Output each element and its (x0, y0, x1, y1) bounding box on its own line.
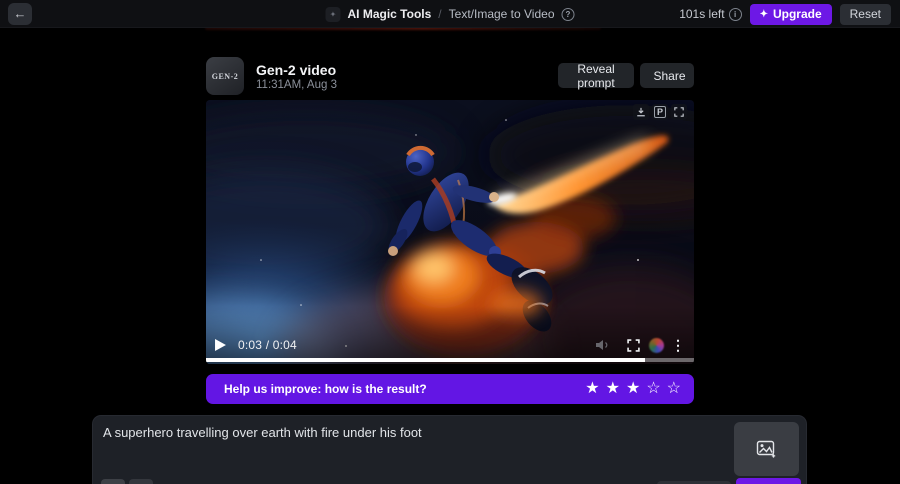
breadcrumb-secondary[interactable]: Text/Image to Video (449, 7, 555, 21)
upgrade-label: Upgrade (772, 7, 822, 21)
star-rating[interactable]: ★ ★ ★ ☆ ☆ (585, 381, 681, 397)
generate-button[interactable] (736, 478, 801, 484)
gen2-logo-badge: GEN-2 (206, 57, 244, 95)
feedback-bar: Help us improve: how is the result? ★ ★ ★ ☆… (206, 374, 694, 404)
breadcrumb-separator: / (438, 7, 442, 21)
panel-tool-button-1[interactable] (101, 479, 125, 484)
play-icon[interactable] (215, 339, 226, 351)
expand-button[interactable] (671, 104, 687, 120)
color-orb (649, 337, 664, 353)
topbar-right: 101s left i ✦ Upgrade Reset (679, 0, 891, 28)
reset-button[interactable]: Reset (839, 3, 891, 25)
prompt-input[interactable]: A superhero travelling over earth with f… (103, 424, 723, 476)
video-player[interactable]: P 0:03 / 0:04 ⋮ (206, 100, 694, 364)
download-icon (637, 107, 645, 117)
flag-p-icon: P (654, 106, 666, 118)
feedback-label: Help us improve: how is the result? (224, 382, 427, 396)
credits-remaining: 101s left i (679, 7, 742, 21)
topbar: ← ✦ AI Magic Tools / Text/Image to Video… (0, 0, 900, 28)
add-image-button[interactable] (734, 422, 799, 476)
star-1[interactable]: ★ (585, 381, 599, 397)
time-display: 0:03 / 0:04 (238, 338, 297, 352)
back-button[interactable]: ← (8, 3, 32, 25)
reveal-prompt-label: Reveal prompt (577, 61, 615, 90)
result-timestamp: 11:31AM, Aug 3 (256, 79, 337, 91)
expand-icon (674, 107, 684, 117)
panel-tool-button-2[interactable] (129, 479, 153, 484)
ai-magic-tools-icon: ✦ (325, 6, 341, 22)
credits-label: 101s left (679, 7, 725, 21)
flag-button[interactable]: P (652, 104, 668, 120)
video-progress-fill (206, 358, 646, 362)
breadcrumb: ✦ AI Magic Tools / Text/Image to Video ? (325, 0, 575, 28)
star-2[interactable]: ★ (606, 381, 620, 397)
share-label: Share (653, 68, 686, 83)
reveal-prompt-button[interactable]: Reveal prompt (558, 61, 634, 90)
image-plus-icon (756, 440, 776, 458)
share-button[interactable]: Share (640, 63, 694, 88)
help-icon[interactable]: ? (561, 7, 575, 21)
download-button[interactable] (633, 104, 649, 120)
page: { "topbar": { "breadcrumb_primary": "AI … (0, 0, 900, 484)
star-3[interactable]: ★ (626, 381, 640, 397)
upgrade-button[interactable]: ✦ Upgrade (749, 3, 832, 25)
volume-icon[interactable] (595, 339, 611, 351)
prompt-panel: A superhero travelling over earth with f… (92, 415, 807, 484)
result-title: Gen-2 video (256, 62, 337, 78)
more-options-icon[interactable]: ⋮ (671, 338, 685, 352)
star-5[interactable]: ☆ (667, 381, 681, 397)
video-overlay-actions: P (633, 104, 687, 120)
fullscreen-icon[interactable] (627, 338, 640, 352)
breadcrumb-primary[interactable]: AI Magic Tools (348, 7, 432, 21)
reset-label: Reset (849, 7, 881, 21)
result-header: GEN-2 Gen-2 video 11:31AM, Aug 3 Reveal … (206, 57, 694, 97)
info-icon[interactable]: i (728, 7, 742, 21)
video-controls: 0:03 / 0:04 ⋮ (215, 336, 685, 354)
sparkle-icon: ✦ (759, 8, 768, 20)
back-arrow-icon: ← (13, 6, 27, 21)
controls-shade (206, 306, 694, 364)
video-progress-bar[interactable] (206, 358, 694, 362)
star-4[interactable]: ☆ (646, 381, 660, 397)
